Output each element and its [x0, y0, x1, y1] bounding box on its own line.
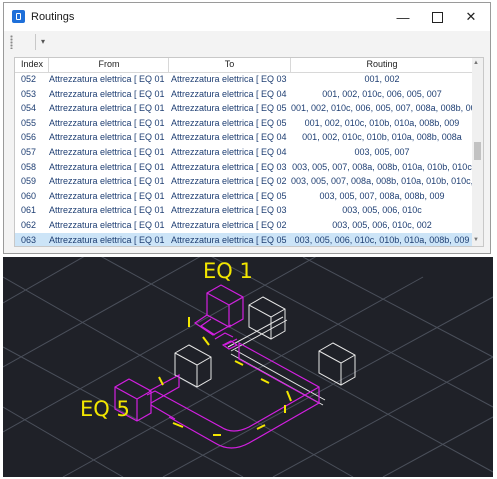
cell-index: 055 — [21, 117, 37, 128]
table-row[interactable]: 063 Attrezzatura elettrica [ EQ 01 ], Attr… — [15, 232, 473, 246]
table-row[interactable]: 059 Attrezzatura elettrica [ EQ 01 ], Attr… — [15, 174, 484, 189]
app-icon — [12, 10, 25, 23]
table-row[interactable]: 052 Attrezzatura elettrica [ EQ 01 ], Attr… — [15, 72, 473, 87]
minimize-button[interactable]: — — [386, 3, 420, 31]
scroll-down-icon[interactable]: ▼ — [473, 237, 479, 243]
cad-drawing — [3, 257, 493, 477]
cad-viewport[interactable]: EQ 1 EQ 5 — [3, 257, 493, 477]
label-eq5: EQ 5 — [80, 397, 130, 421]
cell-routing: 003, 005, 007, 008a, 008b, 009 — [319, 190, 445, 201]
cell-from: Attrezzatura elettrica [ EQ 01 ], — [49, 219, 167, 230]
vertical-scrollbar[interactable]: ▲ ▼ — [472, 58, 483, 246]
table-row[interactable]: 053 Attrezzatura elettrica [ EQ 01 ], Attr… — [15, 87, 473, 102]
table-row[interactable]: 056 Attrezzatura elettrica [ EQ 01 ], Attr… — [15, 130, 473, 145]
cell-index: 059 — [21, 176, 37, 187]
equipment-outlines — [174, 296, 356, 406]
routings-window: Routings — ✕ ▾ Index From To Routing 052… — [3, 2, 491, 254]
table-row[interactable]: 062 Attrezzatura elettrica [ EQ 01 ], Attr… — [15, 218, 473, 233]
cell-to: Attrezzatura elettrica [ EQ 04 ], — [171, 146, 289, 157]
toolbar: ▾ — [4, 31, 490, 53]
cell-routing: 003, 005, 006, 010c, 010b, 010a, 008b, 0… — [294, 234, 470, 245]
cell-routing: 001, 002, 010c, 006, 005, 007, 008a, 008… — [291, 103, 481, 114]
cell-from: Attrezzatura elettrica [ EQ 01 ], — [49, 176, 167, 187]
cell-from: Attrezzatura elettrica [ EQ 01 ], — [49, 146, 167, 157]
cell-from: Attrezzatura elettrica [ EQ 01 ], — [49, 88, 167, 99]
window-title: Routings — [31, 11, 75, 23]
scrollbar-thumb[interactable] — [474, 142, 481, 160]
routings-table: Index From To Routing 052 Attrezzatura el… — [14, 57, 484, 247]
cell-to: Attrezzatura elettrica [ EQ 02 ], — [171, 176, 289, 187]
table-row[interactable]: 054 Attrezzatura elettrica [ EQ 01 ], Attr… — [15, 101, 481, 116]
cell-routing: 001, 002, 010c, 006, 005, 007 — [322, 88, 442, 99]
cell-index: 054 — [21, 103, 37, 114]
label-eq1: EQ 1 — [203, 259, 253, 283]
cell-to: Attrezzatura elettrica [ EQ 03 ], — [171, 74, 289, 84]
table-row[interactable]: 061 Attrezzatura elettrica [ EQ 01 ], Attr… — [15, 203, 473, 218]
cell-routing: 001, 002, 010c, 010b, 010a, 008b, 008a — [302, 132, 462, 143]
column-header-routing[interactable]: Routing — [291, 59, 473, 69]
maximize-button[interactable] — [420, 3, 454, 31]
cell-from: Attrezzatura elettrica [ EQ 01 ], — [49, 117, 167, 128]
cell-from: Attrezzatura elettrica [ EQ 01 ], — [49, 205, 167, 216]
table-row[interactable]: 055 Attrezzatura elettrica [ EQ 01 ], Attr… — [15, 116, 473, 131]
table-row[interactable]: 060 Attrezzatura elettrica [ EQ 01 ], Attr… — [15, 189, 473, 204]
cell-routing: 001, 002 — [364, 74, 400, 84]
route-paths — [114, 284, 320, 449]
title-bar[interactable]: Routings — ✕ — [4, 3, 490, 31]
column-header-index[interactable]: Index — [17, 59, 47, 69]
close-icon: ✕ — [465, 9, 477, 24]
cell-to: Attrezzatura elettrica [ EQ 04 ], — [171, 132, 289, 143]
cell-to: Attrezzatura elettrica [ EQ 05 ], — [171, 190, 289, 201]
cell-from: Attrezzatura elettrica [ EQ 01 ], — [49, 74, 167, 84]
cell-routing: 003, 005, 006, 010c, 002 — [332, 219, 432, 230]
cell-index: 057 — [21, 146, 37, 157]
cell-to: Attrezzatura elettrica [ EQ 04 ], — [171, 88, 289, 99]
toolbar-separator — [35, 34, 36, 50]
cell-from: Attrezzatura elettrica [ EQ 01 ], — [49, 234, 167, 245]
cell-index: 053 — [21, 88, 37, 99]
column-header-to[interactable]: To — [169, 59, 290, 69]
cell-to: Attrezzatura elettrica [ EQ 03 ], — [171, 205, 289, 216]
cell-to: Attrezzatura elettrica [ EQ 05 ], — [171, 117, 289, 128]
cell-from: Attrezzatura elettrica [ EQ 01 ], — [49, 103, 167, 114]
cell-routing: 003, 005, 007, 008a, 008b, 010a, 010b, 0… — [292, 161, 472, 172]
table-row[interactable]: 058 Attrezzatura elettrica [ EQ 01 ], Attr… — [15, 160, 473, 175]
cell-to: Attrezzatura elettrica [ EQ 03 ], — [171, 161, 289, 172]
cell-to: Attrezzatura elettrica [ EQ 05 ], — [171, 234, 289, 245]
cell-routing: 003, 005, 006, 010c — [342, 205, 422, 216]
column-header-from[interactable]: From — [49, 59, 169, 69]
cell-index: 060 — [21, 190, 37, 201]
scroll-up-icon[interactable]: ▲ — [473, 60, 479, 66]
table-body: 052 Attrezzatura elettrica [ EQ 01 ], Attr… — [15, 72, 484, 246]
cell-index: 052 — [21, 74, 37, 84]
toolbar-grip[interactable] — [10, 35, 13, 49]
cell-index: 063 — [21, 234, 37, 245]
cell-routing: 001, 002, 010c, 010b, 010a, 008b, 009 — [304, 117, 460, 128]
maximize-icon — [431, 11, 443, 23]
cell-index: 056 — [21, 132, 37, 143]
cell-to: Attrezzatura elettrica [ EQ 02 ], — [171, 219, 289, 230]
cell-routing: 003, 005, 007, 008a, 008b, 010a, 010b, 0… — [291, 176, 484, 187]
cell-to: Attrezzatura elettrica [ EQ 05 ], — [171, 103, 289, 114]
cell-index: 061 — [21, 205, 37, 216]
cell-index: 058 — [21, 161, 37, 172]
cell-from: Attrezzatura elettrica [ EQ 01 ], — [49, 161, 167, 172]
cell-index: 062 — [21, 219, 37, 230]
close-button[interactable]: ✕ — [454, 3, 488, 31]
table-header: Index From To Routing — [15, 58, 473, 73]
cell-from: Attrezzatura elettrica [ EQ 01 ], — [49, 190, 167, 201]
cell-from: Attrezzatura elettrica [ EQ 01 ], — [49, 132, 167, 143]
table-row[interactable]: 057 Attrezzatura elettrica [ EQ 01 ], Attr… — [15, 145, 473, 160]
minimize-icon: — — [396, 9, 410, 25]
toolbar-overflow-icon[interactable]: ▾ — [41, 37, 45, 46]
cell-routing: 003, 005, 007 — [354, 146, 410, 157]
